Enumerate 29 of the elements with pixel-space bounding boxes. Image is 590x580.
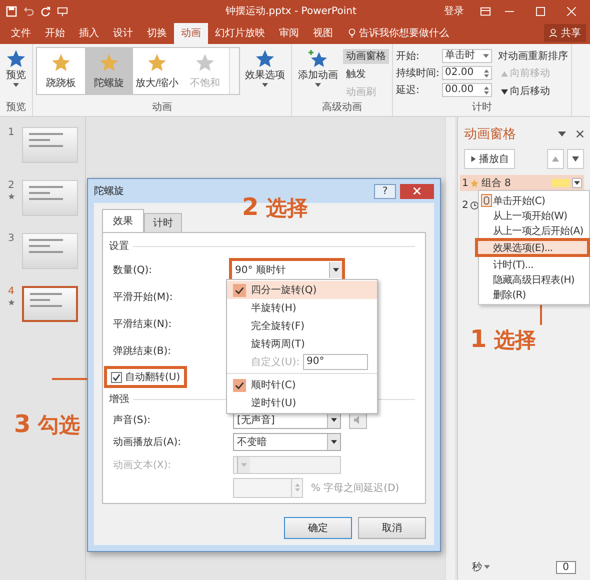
slide-number: 2	[8, 180, 16, 191]
field-label: 动画播放后(A):	[113, 436, 182, 450]
window-title: 钟摆运动.pptx - PowerPoint	[224, 4, 356, 18]
field-label: 动画文本(X):	[113, 458, 172, 472]
group-label: 高级动画	[321, 100, 363, 114]
pane-title: 动画窗格	[464, 126, 516, 143]
field-label: 平滑结束(N):	[113, 318, 173, 332]
group-label: 计时	[471, 100, 493, 114]
step-annotation: 2 选择	[242, 193, 308, 222]
timing-label: 持续时间:	[396, 66, 440, 80]
slide-number: 4	[8, 286, 16, 297]
step-annotation: 3 勾选	[14, 410, 80, 439]
field-label: % 字母之间延迟(D)	[311, 482, 400, 495]
timing-label: 延迟:	[396, 84, 420, 97]
custom-label: 自定义(U):	[251, 356, 300, 369]
reorder-label: 对动画重新排序	[498, 50, 568, 63]
field-label: 平滑开始(M):	[113, 290, 174, 304]
slide-number: 3	[8, 233, 16, 244]
section-header: 设置	[109, 240, 129, 254]
field-label: 声音(S):	[113, 414, 152, 427]
field-label: 数量(Q):	[113, 264, 154, 276]
group-label: 动画	[151, 101, 173, 114]
field-label: 弹跳结束(B):	[113, 344, 172, 358]
group-label: 预览	[5, 101, 27, 114]
dialog-title: 陀螺旋	[94, 184, 124, 198]
section-header: 增强	[109, 393, 129, 406]
timing-label: 开始:	[396, 50, 420, 63]
slide-number: 1	[8, 127, 16, 138]
step-annotation: 1 选择	[470, 325, 536, 354]
